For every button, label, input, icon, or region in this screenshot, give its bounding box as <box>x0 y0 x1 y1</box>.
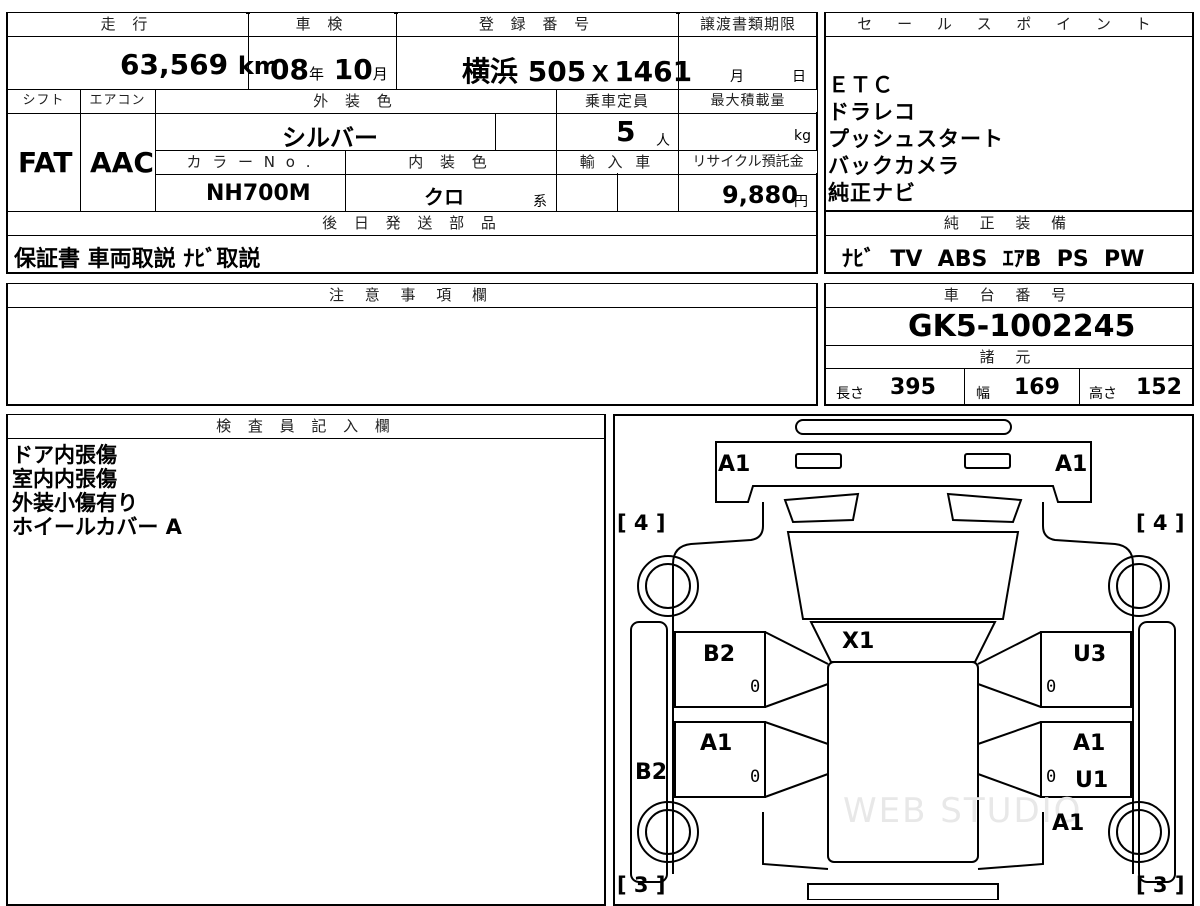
front-light-right <box>964 453 1011 469</box>
label-left-rear-door: A1 <box>700 731 733 756</box>
later-parts-header: 後 日 発 送 部 品 <box>8 212 816 234</box>
capacity-unit: 人 <box>656 133 670 149</box>
label-tire-fl: [ 4 ] <box>617 511 666 535</box>
transfer-day-unit: 日 <box>792 69 806 85</box>
label-tire-rl: [ 3 ] <box>617 873 666 897</box>
registration-header: 登 録 番 号 <box>398 13 676 35</box>
sales-point-item: ＥＴＣ <box>828 73 894 97</box>
label-tire-fr: [ 4 ] <box>1136 511 1185 535</box>
inspector-lines: ドア内張傷 室内内張傷 外装小傷有り ホイールカバー A <box>12 443 182 539</box>
inspector-line: ドア内張傷 <box>12 443 117 467</box>
capacity-value: 5 <box>616 115 636 148</box>
import-header: 輸 入 車 <box>557 151 677 173</box>
label-front-left: A1 <box>718 452 751 477</box>
aircon-value: AAC <box>90 146 154 179</box>
height-label: 高さ <box>1089 386 1117 402</box>
max-load-unit: kg <box>794 128 811 144</box>
chassis-number: GK5-1002245 <box>908 309 1136 344</box>
chassis-header: 車 台 番 号 <box>826 284 1192 306</box>
inspector-header: 検 査 員 記 入 欄 <box>8 415 604 437</box>
front-bumper <box>795 419 1012 435</box>
inspector-line: ホイールカバー A <box>12 515 182 539</box>
label-zero: 0 <box>750 767 761 787</box>
label-right-rear-door: A1 <box>1073 731 1106 756</box>
mileage-value: 63,569 km <box>120 48 279 81</box>
height-value: 152 <box>1136 375 1182 400</box>
inspection-header: 車 検 <box>250 13 394 35</box>
interior-color-value: クロ <box>424 185 464 209</box>
specs-header: 諸 元 <box>826 346 1192 368</box>
transfer-month-unit: 月 <box>730 69 744 85</box>
inspector-line: 外装小傷有り <box>12 491 138 515</box>
sales-point-item: プッシュスタート <box>828 127 1004 151</box>
front-panel <box>715 441 1092 503</box>
label-front-right: A1 <box>1055 452 1088 477</box>
recycle-value: 9,880 <box>722 181 798 209</box>
width-value: 169 <box>1014 375 1060 400</box>
windshield <box>809 621 997 663</box>
label-windshield: X1 <box>842 629 875 654</box>
transfer-deadline-header: 譲渡書類期限 <box>680 13 816 35</box>
shift-header: シフト <box>8 90 79 112</box>
sales-point-item: ドラレコ <box>828 100 916 124</box>
label-tire-rr: [ 3 ] <box>1136 873 1185 897</box>
notes-header: 注 意 事 項 欄 <box>8 284 816 306</box>
aircon-header: エアコン <box>81 90 154 112</box>
label-left-front-door: B2 <box>703 642 736 667</box>
max-load-header: 最大積載量 <box>679 90 817 112</box>
label-zero: 0 <box>1046 767 1057 787</box>
capacity-header: 乗車定員 <box>557 90 677 112</box>
inspector-line: 室内内張傷 <box>12 467 117 491</box>
length-value: 395 <box>890 375 936 400</box>
front-light-left <box>795 453 842 469</box>
sales-point-item: 純正ナビ <box>828 181 916 205</box>
label-right-front-door: U3 <box>1073 642 1107 667</box>
interior-color-header: 内 装 色 <box>346 151 555 173</box>
mileage-header: 走 行 <box>8 13 246 35</box>
hood <box>786 531 1020 620</box>
width-label: 幅 <box>976 386 990 402</box>
label-left-side: B2 <box>635 760 668 785</box>
shift-value: FAT <box>18 146 73 179</box>
rear-bumper <box>807 883 999 900</box>
roof <box>827 661 979 863</box>
recycle-unit: 円 <box>794 194 808 210</box>
car-diagram: WEB STUDIO <box>630 419 1176 900</box>
sales-points-list: ＥＴＣ ドラレコ プッシュスタート バックカメラ 純正ナビ <box>828 72 1004 207</box>
label-right-rear-door-2: U1 <box>1075 768 1109 793</box>
color-no-value: NH700M <box>206 181 311 206</box>
exterior-color-header: 外 装 色 <box>156 90 555 112</box>
length-label: 長さ <box>836 386 864 402</box>
sales-points-header: セ ー ル ス ポ イ ン ト <box>826 13 1192 35</box>
later-parts-value: 保証書 車両取説 ﾅﾋﾞ取説 <box>14 247 261 272</box>
label-right-rear-quarter: A1 <box>1052 811 1085 836</box>
interior-color-suffix: 系 <box>533 194 547 210</box>
equipment-header: 純 正 装 備 <box>826 212 1192 234</box>
watermark: WEB STUDIO <box>843 791 1082 831</box>
color-no-header: カ ラ ー N o . <box>156 151 344 173</box>
label-zero: 0 <box>1046 677 1057 697</box>
exterior-color-value: シルバー <box>282 124 378 152</box>
registration-value: 横浜 505ｘ1461 <box>462 55 693 88</box>
label-zero: 0 <box>750 677 761 697</box>
equipment-value: ﾅﾋﾞ TV ABS ｴｱB PS PW <box>842 247 1145 272</box>
recycle-header: リサイクル預託金 <box>679 151 817 173</box>
inspection-value: 08年 10月 <box>270 53 388 86</box>
sales-point-item: バックカメラ <box>828 154 960 178</box>
